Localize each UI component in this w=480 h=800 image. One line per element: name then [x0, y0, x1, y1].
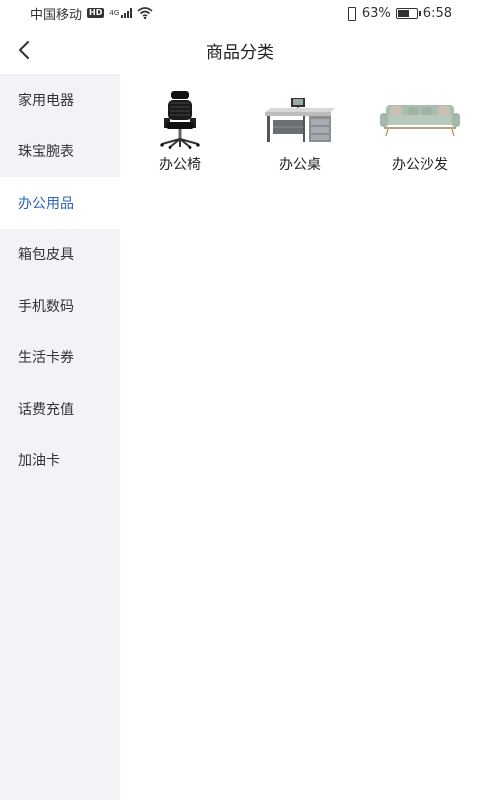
sidebar-item-fuel-card[interactable]: 加油卡: [0, 435, 120, 487]
network-type: 4G: [109, 9, 120, 17]
signal-icon: [121, 8, 133, 18]
sidebar-item-home-appliances[interactable]: 家用电器: [0, 74, 120, 126]
product-office-sofa[interactable]: 办公沙发: [360, 88, 480, 174]
product-content: 办公椅 办公桌 办公沙发: [120, 74, 480, 800]
status-left: 中国移动 HD 4G: [30, 4, 153, 23]
page-title: 商品分类: [206, 42, 274, 63]
battery-fill: [397, 9, 409, 17]
hd-badge: HD: [87, 8, 105, 18]
product-grid: 办公椅 办公桌 办公沙发: [120, 74, 480, 174]
back-button[interactable]: [6, 30, 42, 70]
category-sidebar: 家用电器 珠宝腕表 办公用品 箱包皮具 手机数码 生活卡券 话费充值 加油卡: [0, 74, 120, 800]
sidebar-item-phone-recharge[interactable]: 话费充值: [0, 383, 120, 435]
sidebar-item-bags-leather[interactable]: 箱包皮具: [0, 229, 120, 281]
clock: 6:58: [422, 5, 452, 21]
sidebar-item-office-supplies[interactable]: 办公用品: [0, 177, 120, 229]
status-right: 63% 6:58: [345, 6, 452, 21]
product-label: 办公沙发: [392, 157, 448, 173]
wifi-icon: [137, 7, 153, 19]
office-desk-image: [260, 88, 340, 150]
sidebar-item-phones-digital[interactable]: 手机数码: [0, 280, 120, 332]
battery-icon: [395, 7, 421, 19]
product-label: 办公椅: [159, 157, 201, 173]
nav-bar: 商品分类: [0, 26, 480, 74]
sidebar-item-jewelry-watches[interactable]: 珠宝腕表: [0, 126, 120, 178]
carrier-name: 中国移动: [30, 7, 83, 23]
product-label: 办公桌: [279, 157, 321, 173]
office-chair-image: [140, 88, 220, 150]
product-office-chair[interactable]: 办公椅: [120, 88, 240, 174]
chevron-left-icon: [19, 41, 29, 59]
battery-percent: 63%: [361, 5, 391, 21]
product-office-desk[interactable]: 办公桌: [240, 88, 360, 174]
sidebar-item-life-vouchers[interactable]: 生活卡券: [0, 332, 120, 384]
status-bar: 中国移动 HD 4G 63% 6:58: [0, 0, 480, 26]
vibrate-icon: [345, 7, 357, 21]
office-sofa-image: [380, 88, 460, 150]
